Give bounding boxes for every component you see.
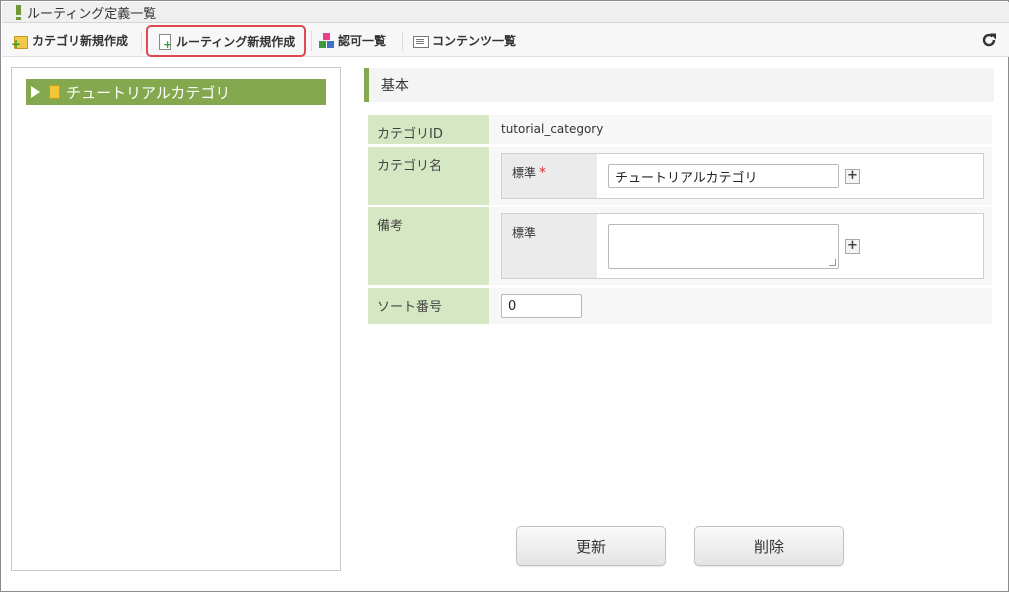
toolbar-divider: [311, 31, 312, 51]
delete-button[interactable]: 削除: [694, 526, 844, 566]
title-marker-icon: [16, 4, 21, 20]
section-title: 基本: [381, 78, 409, 94]
tree-node-label: チュートリアルカテゴリ: [66, 83, 231, 102]
category-tree-panel: チュートリアルカテゴリ: [11, 67, 341, 571]
window-title: ルーティング定義一覧: [27, 6, 157, 22]
locale-label-text: 標準: [512, 226, 537, 240]
list-window-icon: [412, 33, 429, 49]
category-id-row: カテゴリID tutorial_category: [368, 115, 992, 144]
remarks-textarea[interactable]: [608, 224, 839, 269]
sort-order-input[interactable]: 0: [501, 294, 582, 318]
update-button[interactable]: 更新: [516, 526, 666, 566]
new-category-button[interactable]: カテゴリ新規作成: [11, 26, 129, 55]
tree-node-tutorial-category[interactable]: チュートリアルカテゴリ: [26, 79, 326, 105]
expand-arrow-icon[interactable]: [31, 86, 40, 98]
blocks-icon: [318, 32, 334, 49]
category-name-label: カテゴリ名: [368, 147, 489, 205]
title-bar: ルーティング定義一覧: [2, 2, 1009, 23]
content-list-button[interactable]: コンテンツ一覧: [412, 26, 516, 55]
reload-icon[interactable]: [981, 32, 997, 48]
sort-order-value: 0: [501, 288, 992, 324]
sort-order-label: ソート番号: [368, 288, 489, 324]
remarks-value: 標準 +: [501, 207, 992, 285]
required-mark: *: [539, 165, 547, 181]
toolbar: カテゴリ新規作成 ルーティング新規作成 認可一覧 コンテンツ一覧: [2, 23, 1009, 57]
add-category-icon: [11, 33, 28, 50]
category-name-locale-box: 標準 * チュートリアルカテゴリ +: [501, 153, 984, 199]
folder-icon: [49, 85, 60, 99]
sort-order-row: ソート番号 0: [368, 288, 992, 324]
content-list-label: コンテンツ一覧: [432, 34, 517, 48]
remarks-locale-box: 標準 +: [501, 213, 984, 279]
new-category-label: カテゴリ新規作成: [32, 34, 129, 48]
toolbar-divider: [402, 31, 403, 51]
window-frame: ルーティング定義一覧 カテゴリ新規作成 ルーティング新規作成 認可一覧 コンテン…: [0, 0, 1009, 592]
toolbar-divider: [141, 31, 142, 51]
locale-label: 標準: [502, 214, 597, 278]
auth-list-button[interactable]: 認可一覧: [318, 26, 386, 55]
category-name-row: カテゴリ名 標準 * チュートリアルカテゴリ +: [368, 147, 992, 205]
remarks-label: 備考: [368, 207, 489, 285]
section-header: 基本: [364, 68, 994, 102]
new-routing-label: ルーティング新規作成: [176, 34, 296, 49]
add-locale-button[interactable]: +: [845, 169, 860, 184]
category-name-input[interactable]: チュートリアルカテゴリ: [608, 164, 839, 188]
locale-label-text: 標準: [512, 166, 537, 180]
auth-list-label: 認可一覧: [338, 34, 387, 48]
new-routing-button[interactable]: ルーティング新規作成: [146, 25, 306, 57]
add-locale-button[interactable]: +: [845, 239, 860, 254]
category-id-label: カテゴリID: [368, 115, 489, 144]
category-name-value: 標準 * チュートリアルカテゴリ +: [501, 147, 992, 205]
add-document-icon: [156, 33, 172, 50]
remarks-row: 備考 標準 +: [368, 207, 992, 285]
category-id-value: tutorial_category: [501, 122, 604, 136]
locale-label: 標準 *: [502, 154, 597, 198]
